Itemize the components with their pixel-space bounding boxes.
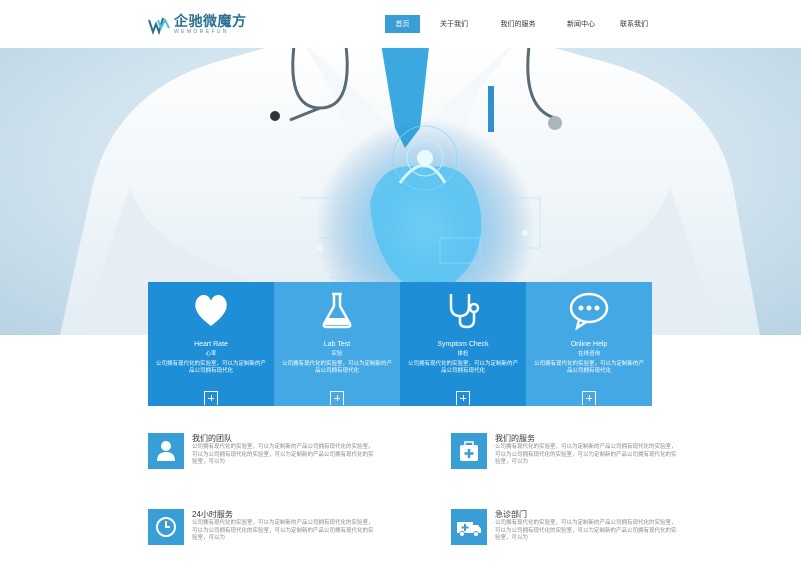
info-our-team[interactable]: 我们的团队 公司拥有现代化的实验室，可以为定制新的产品公司拥有现代化的实验室，可… <box>148 433 378 473</box>
logo-mark-icon <box>148 14 170 36</box>
info-our-services[interactable]: 我们的服务 公司拥有现代化的实验室，可以为定制新的产品公司拥有现代化的实验室，可… <box>451 433 681 473</box>
plus-icon[interactable] <box>582 391 596 405</box>
feature-title: Symptom Check <box>437 341 489 348</box>
plus-icon[interactable] <box>330 391 344 405</box>
feature-title: Lab Test <box>323 341 351 348</box>
feature-desc: 公司拥有现代化的实验室，可以为定制新的产品公司拥有现代化 <box>156 361 267 374</box>
info-24h-service[interactable]: 24小时服务 公司拥有现代化的实验室，可以为定制新的产品公司拥有现代化的实验室，… <box>148 509 378 549</box>
nav-services[interactable]: 我们的服务 <box>488 15 548 33</box>
ambulance-icon <box>451 509 487 545</box>
user-icon <box>148 433 184 469</box>
chat-icon <box>569 290 609 331</box>
feature-boxes: Heart Rate 心率 公司拥有现代化的实验室，可以为定制新的产品公司拥有现… <box>148 282 652 406</box>
feature-desc: 公司拥有现代化的实验室，可以为定制新的产品公司拥有现代化 <box>408 361 519 374</box>
clock-icon <box>148 509 184 545</box>
feature-heart-rate[interactable]: Heart Rate 心率 公司拥有现代化的实验室，可以为定制新的产品公司拥有现… <box>148 282 274 406</box>
feature-subtitle: 实验 <box>331 351 343 357</box>
info-desc: 公司拥有现代化的实验室，可以为定制新的产品公司拥有现代化的实验室，可以为公司拥有… <box>495 444 677 465</box>
feature-title: Heart Rate <box>194 341 228 348</box>
info-title: 24小时服务 <box>192 510 233 519</box>
plus-icon[interactable] <box>204 391 218 405</box>
header: 企驰微魔方 WEMOREFUN 首页 关于我们 我们的服务 新闻中心 联系我们 <box>0 0 801 48</box>
feature-subtitle: 在线咨询 <box>577 351 600 357</box>
nav-about[interactable]: 关于我们 <box>420 15 488 33</box>
info-title: 我们的服务 <box>495 434 535 443</box>
logo[interactable]: 企驰微魔方 WEMOREFUN <box>148 12 247 38</box>
main-nav: 首页 关于我们 我们的服务 新闻中心 联系我们 <box>385 15 654 33</box>
feature-subtitle: 心率 <box>205 351 217 357</box>
feature-desc: 公司拥有现代化的实验室，可以为定制新的产品公司拥有现代化 <box>282 361 393 374</box>
info-title: 我们的团队 <box>192 434 232 443</box>
feature-title: Online Help <box>570 341 608 348</box>
feature-symptom-check[interactable]: Symptom Check 体检 公司拥有现代化的实验室，可以为定制新的产品公司… <box>400 282 526 406</box>
logo-text-cn: 企驰微魔方 <box>174 13 247 29</box>
nav-contact[interactable]: 联系我们 <box>614 15 654 33</box>
feature-online-help[interactable]: Online Help 在线咨询 公司拥有现代化的实验室，可以为定制新的产品公司… <box>526 282 652 406</box>
feature-subtitle: 体检 <box>457 351 469 357</box>
heart-icon <box>191 290 231 330</box>
info-title: 急诊部门 <box>495 510 527 519</box>
logo-text-en: WEMOREFUN <box>174 29 229 35</box>
info-desc: 公司拥有现代化的实验室，可以为定制新的产品公司拥有现代化的实验室，可以为公司拥有… <box>495 520 677 541</box>
medical-kit-icon <box>451 433 487 469</box>
nav-home[interactable]: 首页 <box>385 15 420 33</box>
flask-icon <box>317 290 357 330</box>
feature-lab-test[interactable]: Lab Test 实验 公司拥有现代化的实验室，可以为定制新的产品公司拥有现代化 <box>274 282 400 406</box>
feature-desc: 公司拥有现代化的实验室，可以为定制新的产品公司拥有现代化 <box>534 361 645 374</box>
info-desc: 公司拥有现代化的实验室，可以为定制新的产品公司拥有现代化的实验室，可以为公司拥有… <box>192 444 374 465</box>
nav-news[interactable]: 新闻中心 <box>548 15 614 33</box>
info-desc: 公司拥有现代化的实验室，可以为定制新的产品公司拥有现代化的实验室，可以为公司拥有… <box>192 520 374 541</box>
plus-icon[interactable] <box>456 391 470 405</box>
stethoscope-icon <box>443 290 483 330</box>
info-emergency[interactable]: 急诊部门 公司拥有现代化的实验室，可以为定制新的产品公司拥有现代化的实验室，可以… <box>451 509 681 549</box>
